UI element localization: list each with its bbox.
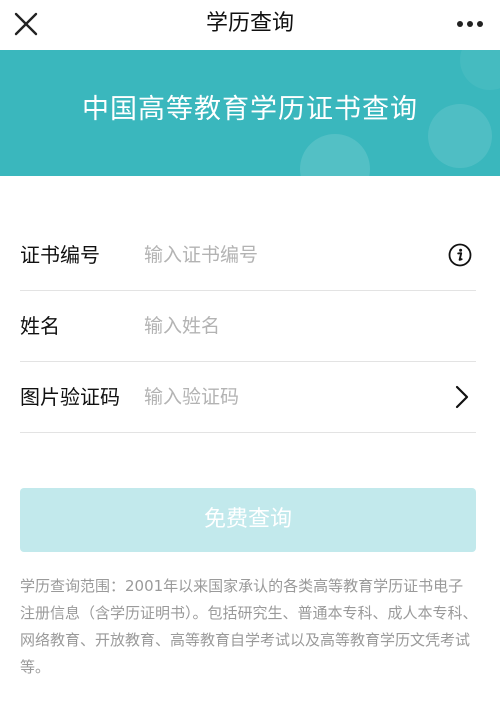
- query-form: 证书编号 姓名 图片验证码: [20, 220, 476, 433]
- top-navigation-bar: 学历查询: [0, 0, 500, 48]
- chevron-right-icon[interactable]: [454, 384, 470, 410]
- captcha-row: 图片验证码: [20, 362, 476, 433]
- free-query-button[interactable]: 免费查询: [20, 488, 476, 552]
- decorative-circle: [460, 50, 500, 90]
- certificate-number-input[interactable]: [144, 237, 434, 273]
- page-title: 学历查询: [205, 11, 294, 36]
- banner-title: 中国高等教育学历证书查询: [82, 94, 418, 125]
- header-banner: 中国高等教育学历证书查询: [0, 50, 500, 176]
- captcha-label: 图片验证码: [20, 385, 120, 409]
- captcha-input[interactable]: [144, 379, 434, 415]
- certificate-number-label: 证书编号: [20, 243, 100, 267]
- name-row: 姓名: [20, 291, 476, 362]
- more-icon[interactable]: [452, 8, 488, 40]
- certificate-number-row: 证书编号: [20, 220, 476, 291]
- name-label: 姓名: [20, 314, 60, 338]
- name-input[interactable]: [144, 308, 434, 344]
- decorative-circle: [300, 134, 370, 176]
- query-scope-note: 学历查询范围：2001年以来国家承认的各类高等教育学历证书电子注册信息（含学历证…: [20, 577, 478, 676]
- info-icon[interactable]: [448, 243, 472, 267]
